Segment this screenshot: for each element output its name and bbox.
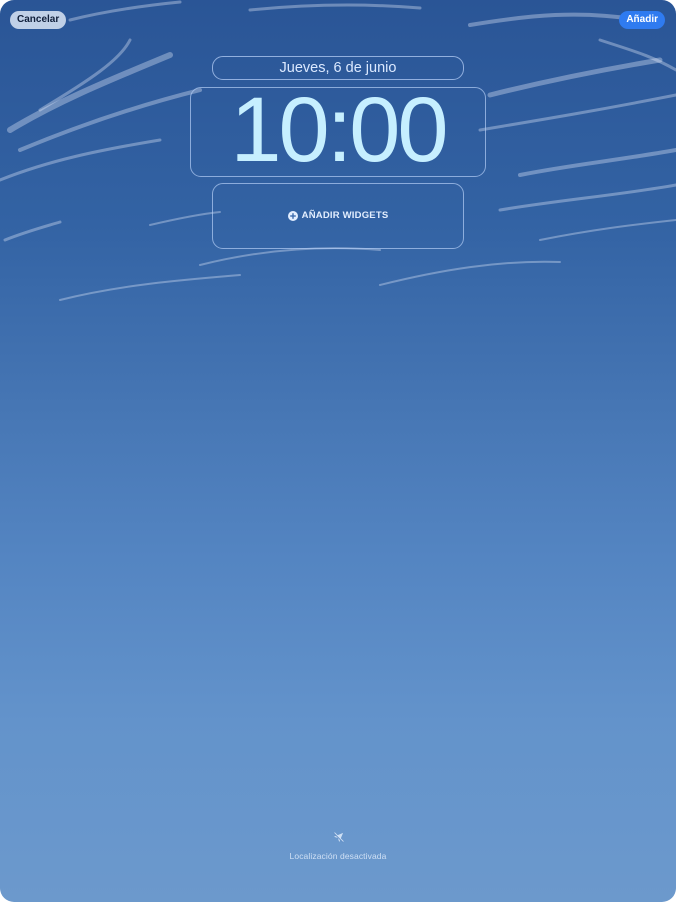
- cancel-button[interactable]: Cancelar: [10, 11, 67, 29]
- date-widget[interactable]: Jueves, 6 de junio: [212, 56, 464, 80]
- clock-widget[interactable]: 10:00: [190, 82, 486, 178]
- clock-time: 10:00: [230, 79, 448, 181]
- location-off-icon: [332, 832, 344, 843]
- location-label: Localización desactivada: [289, 851, 387, 861]
- add-button[interactable]: Añadir: [619, 11, 665, 29]
- add-widgets-area[interactable]: AÑADIR WIDGETS: [212, 183, 464, 249]
- plus-circle-icon: [287, 210, 298, 221]
- lockscreen-editor: Cancelar Añadir Jueves, 6 de junio 10:00…: [0, 0, 676, 902]
- location-status: Localización desactivada: [0, 832, 676, 864]
- date-label: Jueves, 6 de junio: [279, 60, 397, 76]
- add-widgets-label: AÑADIR WIDGETS: [301, 210, 389, 221]
